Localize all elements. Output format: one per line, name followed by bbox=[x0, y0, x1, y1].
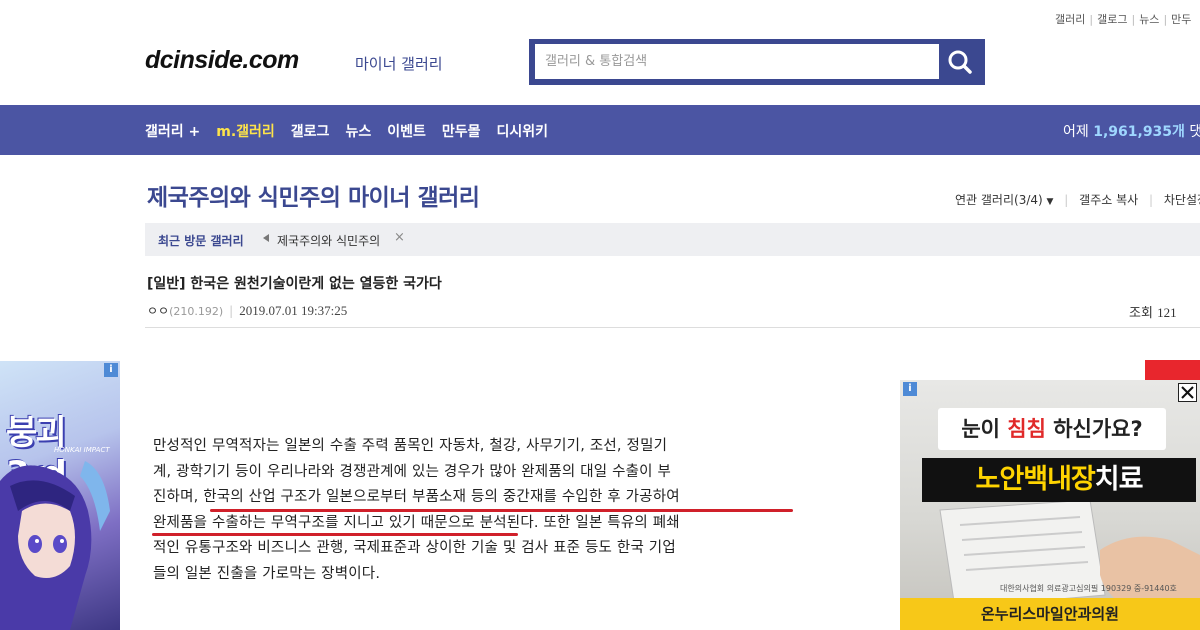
recent-visit-item[interactable]: 제국주의와 식민주의 bbox=[277, 232, 380, 249]
nav-news[interactable]: 뉴스 bbox=[345, 124, 371, 140]
ad-question-b: 하신가요? bbox=[1045, 417, 1143, 441]
recent-visit-bar: 최근 방문 갤러리 제국주의와 식민주의 × bbox=[145, 223, 1200, 256]
related-gallery-button[interactable]: 연관 갤러리(3/4) bbox=[955, 193, 1043, 207]
body-line: 적인 유통구조와 비즈니스 관행, 국제표준과 상이한 기술 및 검사 표준 등… bbox=[153, 540, 676, 556]
body-line: 만성적인 무역적자는 일본의 수출 주력 품목인 자동차, 철강, 사무기기, … bbox=[153, 438, 668, 454]
copy-address-button[interactable]: 갤주소 복사 bbox=[1079, 193, 1138, 207]
top-link-gallery[interactable]: 갤러리 bbox=[1055, 13, 1085, 26]
post-views: 조회 121 bbox=[1129, 302, 1177, 321]
post-author[interactable]: ㅇㅇ bbox=[147, 304, 169, 318]
close-icon bbox=[1181, 386, 1194, 399]
chevron-down-icon[interactable]: ▼ bbox=[1047, 197, 1054, 207]
top-links: 갤러리 | 갤로그 | 뉴스 | 만두 bbox=[1055, 13, 1192, 26]
ad-headline: 노안백내장치료 bbox=[922, 458, 1196, 502]
top-link-mandu[interactable]: 만두 bbox=[1171, 13, 1191, 26]
main-nav: 갤러리 + m.갤러리 갤로그 뉴스 이벤트 만두몰 디시위키 어제 1,961,935개 … bbox=[0, 105, 1200, 155]
stat-prefix: 어제 bbox=[1063, 124, 1089, 140]
body-line: 들의 일본 진출을 가로막는 장벽이다. bbox=[153, 565, 381, 582]
stat-value: 1,961,935개 bbox=[1093, 124, 1185, 140]
page: 갤러리 | 갤로그 | 뉴스 | 만두 dcinside.com 마이너 갤러리 갤러리 &… bbox=[0, 0, 1200, 630]
post-ip: (210.192) bbox=[169, 305, 224, 318]
body-line: 계, 광학기기 등이 우리나라와 경쟁관계에 있는 경우가 많아 완제품의 대일… bbox=[153, 463, 672, 480]
gallery-tools: 연관 갤러리(3/4) ▼ | 갤주소 복사 | 차단설정 bbox=[955, 191, 1200, 208]
search-box: 갤러리 & 통합검색 bbox=[529, 39, 985, 85]
red-underline bbox=[210, 509, 793, 512]
views-count: 121 bbox=[1157, 305, 1177, 320]
block-settings-button[interactable]: 차단설정 bbox=[1164, 193, 1200, 207]
ad-question-a: 눈이 bbox=[961, 417, 1008, 441]
ad-close-button[interactable] bbox=[1178, 383, 1197, 402]
close-icon[interactable]: × bbox=[394, 230, 405, 245]
top-link-gallog[interactable]: 갤로그 bbox=[1097, 13, 1127, 26]
prev-arrow-icon[interactable] bbox=[263, 234, 269, 242]
post-meta: ㅇㅇ(210.192) | 2019.07.01 19:37:25 bbox=[147, 303, 348, 318]
nav-mandumall[interactable]: 만두몰 bbox=[442, 124, 481, 140]
post-title: [일반] 한국은 원천기술이란게 없는 열등한 국가다 bbox=[147, 276, 442, 292]
divider bbox=[145, 327, 1200, 328]
nav-m-gallery[interactable]: m.갤러리 bbox=[216, 124, 275, 140]
left-ad-banner[interactable]: i 붕괴3rd HONKAI IMPACT bbox=[0, 361, 120, 630]
red-underline bbox=[152, 533, 518, 536]
minor-gallery-label[interactable]: 마이너 갤러리 bbox=[355, 53, 443, 74]
search-button[interactable] bbox=[939, 44, 981, 80]
post-date: 2019.07.01 19:37:25 bbox=[239, 303, 348, 318]
ad-footer: 온누리스마일안과의원 bbox=[900, 598, 1200, 630]
search-icon bbox=[948, 50, 972, 74]
right-ad-banner[interactable]: i 눈이 침침 하신가요? 노안백내장치료 대한의사협회 의료광고심의필 190… bbox=[900, 380, 1200, 630]
ad-headline-yellow: 노안백내장 bbox=[975, 464, 1096, 495]
nav-gallog[interactable]: 갤로그 bbox=[291, 124, 330, 140]
views-label: 조회 bbox=[1129, 306, 1153, 321]
yesterday-stat: 어제 1,961,935개 댓 bbox=[1063, 121, 1200, 141]
top-link-news[interactable]: 뉴스 bbox=[1139, 13, 1159, 26]
ad-question: 눈이 침침 하신가요? bbox=[938, 408, 1166, 450]
stat-suffix: 댓 bbox=[1189, 124, 1200, 140]
ad-disclaimer: 대한의사협회 의료광고심의필 190329 중-91440호 bbox=[1000, 584, 1177, 593]
recent-visit-label: 최근 방문 갤러리 bbox=[158, 234, 244, 248]
search-input[interactable]: 갤러리 & 통합검색 bbox=[535, 44, 939, 79]
site-logo[interactable]: dcinside.com bbox=[145, 46, 299, 75]
nav-gallery[interactable]: 갤러리 + bbox=[145, 124, 200, 140]
nav-event[interactable]: 이벤트 bbox=[387, 124, 426, 140]
nav-dcwiki[interactable]: 디시위키 bbox=[496, 124, 548, 140]
red-tab bbox=[1145, 360, 1200, 380]
body-line: 진하며, 한국의 산업 구조가 일본으로부터 부품소재 등의 중간재를 수입한 … bbox=[153, 489, 680, 505]
ad-headline-white: 치료 bbox=[1094, 464, 1144, 495]
gallery-title[interactable]: 제국주의와 식민주의 마이너 갤러리 bbox=[147, 178, 480, 212]
ad-question-red: 침침 bbox=[1007, 417, 1046, 441]
anime-character-icon bbox=[0, 461, 110, 630]
